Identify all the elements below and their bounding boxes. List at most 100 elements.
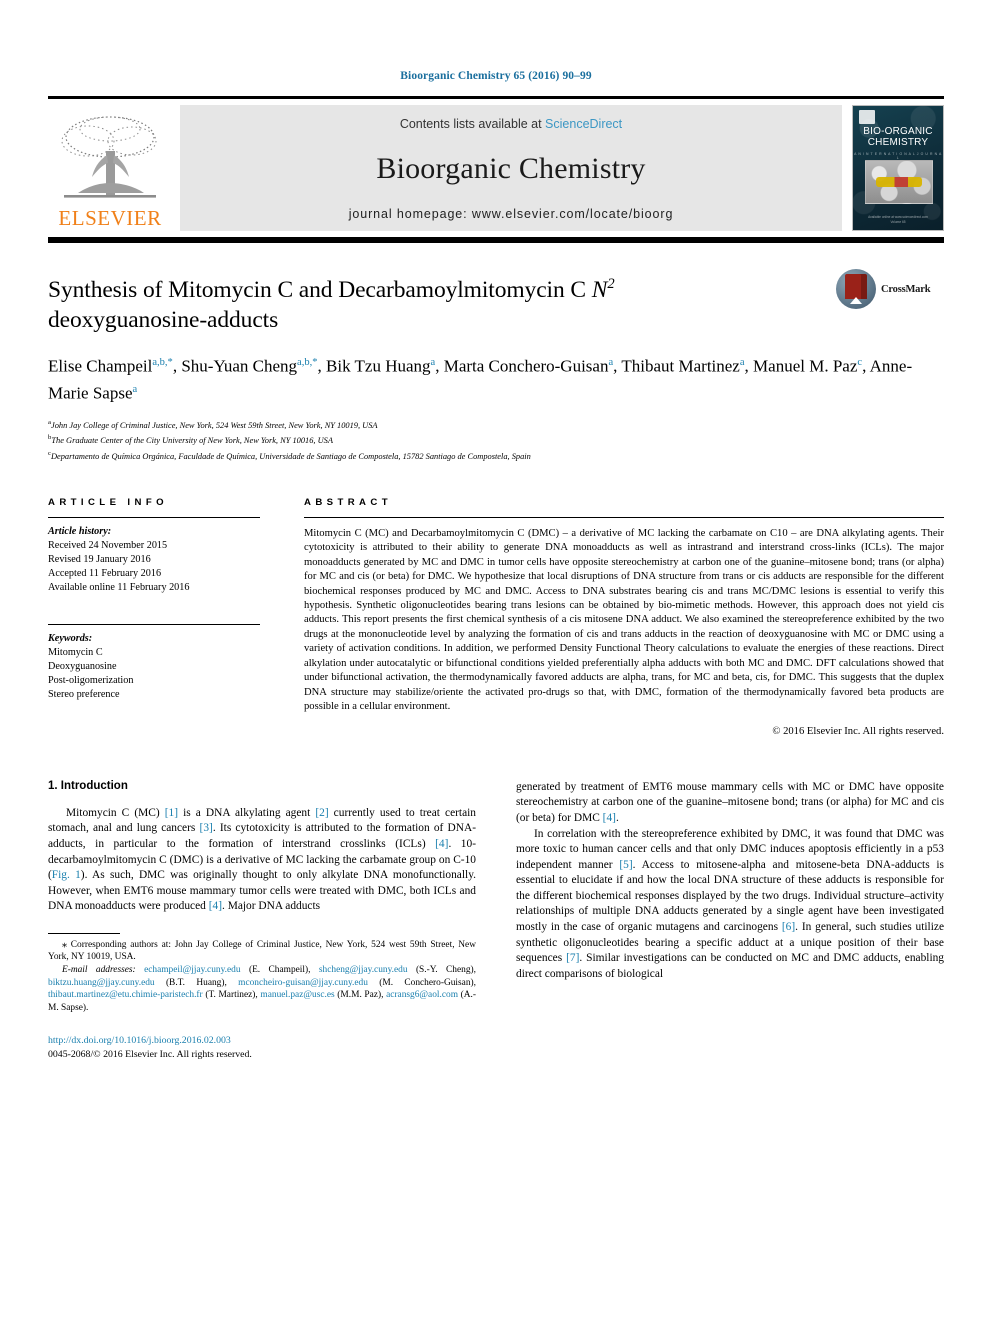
intro-text: Mitomycin C (MC) [66,806,165,819]
intro-text: is a DNA alkylating agent [178,806,316,819]
email-link[interactable]: mconcheiro-guisan@jjay.cuny.edu [238,978,368,988]
figure-link[interactable]: Fig. 1 [52,869,81,881]
affiliation-item: bThe Graduate Center of the City Univers… [48,432,944,447]
keywords-group: Keywords: Mitomycin C Deoxyguanosine Pos… [48,624,260,705]
elsevier-wordmark: ELSEVIER [58,206,162,230]
journal-masthead: ELSEVIER Contents lists available at Sci… [48,96,944,231]
citation-link[interactable]: [5] [619,859,632,871]
intro-paragraph-right-2: In correlation with the stereopreference… [516,827,944,983]
abstract-text: Mitomycin C (MC) and Decarbamoylmitomyci… [304,528,944,712]
email-person: (M.M. Paz), [334,990,387,1001]
email-link[interactable]: acransg6@aol.com [386,990,458,1000]
intro-paragraph-left: Mitomycin C (MC) [1] is a DNA alkylating… [48,806,476,915]
article-history-item: Available online 11 February 2016 [48,582,190,594]
cover-title-line2: CHEMISTRY [867,137,929,148]
citation-link[interactable]: [7] [566,952,579,964]
article-title-part1: Synthesis of Mitomycin C and Decarbamoyl… [48,276,592,303]
intro-paragraph-right-cont: generated by treatment of EMT6 mouse mam… [516,780,944,827]
email-person: (E. Champeil), [240,965,319,976]
section-title-introduction: 1. Introduction [48,779,128,792]
article-title-italic: N [591,276,608,303]
citation-link[interactable]: [4] [209,900,222,912]
citation-link[interactable]: [3] [200,822,213,834]
contents-prefix: Contents lists available at [399,117,546,131]
author-name: , Marta Conchero-Guisan [435,356,609,376]
sciencedirect-link[interactable]: ScienceDirect [545,117,622,131]
author-name: , Thibaut Martinez [613,356,740,376]
article-history-item: Accepted 11 February 2016 [48,568,162,580]
running-head-citation: Bioorganic Chemistry 65 (2016) 90–99 [400,70,592,82]
citation-link[interactable]: [6] [782,921,795,933]
author-name: Elise Champeil [48,356,153,376]
cover-title-line1: BIO-ORGANIC [863,126,933,137]
affiliation-list: aJohn Jay College of Criminal Justice, N… [48,417,944,463]
author-affil-marker[interactable]: a [133,384,138,395]
email-person: (T. Martinez), [202,990,261,1001]
keyword-item: Mitomycin C [48,647,103,659]
article-info-column: ARTICLE INFO Article history: Received 2… [48,497,260,740]
author-name: , Shu-Yuan Cheng [172,356,298,376]
article-history-label: Article history: [48,526,112,538]
doi-link[interactable]: http://dx.doi.org/10.1016/j.bioorg.2016.… [48,1034,476,1047]
author-name: , Bik Tzu Huang [317,356,431,376]
article-title-part2: deoxyguanosine-adducts [48,306,279,333]
body-columns: 1. Introduction Mitomycin C (MC) [1] is … [48,780,944,1062]
affiliation-text: Departamento de Química Orgánica, Faculd… [50,451,531,461]
citation-link[interactable]: [4] [435,838,448,850]
masthead-bottom-rule [48,237,944,243]
author-name: , Manuel M. Paz [744,356,858,376]
cover-title: BIO-ORGANIC CHEMISTRY [853,126,943,148]
citation-link[interactable]: [4] [603,812,616,824]
doi-block: http://dx.doi.org/10.1016/j.bioorg.2016.… [48,1034,476,1061]
citation-link[interactable]: [2] [315,807,328,819]
article-history-item: Revised 19 January 2016 [48,554,151,566]
affiliation-text: The Graduate Center of the City Universi… [51,436,333,446]
cover-subtitle: A N I N T E R N A T I O N A L J O U R N … [854,152,942,160]
intro-text: . [615,811,619,824]
email-person: (B.T. Huang), [154,977,239,988]
email-link[interactable]: thibaut.martinez@etu.chimie-paristech.fr [48,990,203,1000]
title-block: Synthesis of Mitomycin C and Decarbamoyl… [48,269,944,335]
author-affil-marker[interactable]: a,b,* [152,357,172,368]
body-column-right: generated by treatment of EMT6 mouse mam… [516,780,944,1062]
affiliation-text: John Jay College of Criminal Justice, Ne… [50,420,378,430]
affiliation-item: cDepartamento de Química Orgánica, Facul… [48,448,944,463]
keyword-item: Deoxyguanosine [48,661,117,673]
footnote-separator [48,932,120,934]
author-affil-marker[interactable]: a,b,* [297,357,317,368]
email-person: (M. Conchero-Guisan), [367,977,476,988]
email-link[interactable]: manuel.paz@usc.es [260,990,334,1000]
cover-footer: Available online at www.sciencedirect.co… [853,215,943,225]
abstract-column: ABSTRACT Mitomycin C (MC) and Decarbamoy… [304,497,944,740]
crossmark-icon [836,269,876,309]
journal-title: Bioorganic Chemistry [376,152,646,185]
abstract-copyright: © 2016 Elsevier Inc. All rights reserved… [772,726,944,738]
article-title-superscript: 2 [607,276,615,292]
elsevier-tree-icon [61,116,157,198]
corresponding-author-text: Corresponding authors at: John Jay Colle… [48,939,476,963]
email-link[interactable]: shcheng@jjay.cuny.edu [319,965,408,975]
keywords-label: Keywords: [48,633,93,645]
cover-elsevier-mark-icon [859,110,875,124]
email-link[interactable]: echampeil@jjay.cuny.edu [144,965,240,975]
journal-band: Contents lists available at ScienceDirec… [180,105,842,231]
crossmark-label: CrossMark [881,283,931,295]
article-page: Bioorganic Chemistry 65 (2016) 90–99 ELS… [0,0,992,1323]
abstract-heading: ABSTRACT [304,497,392,509]
email-link[interactable]: biktzu.huang@jjay.cuny.edu [48,978,155,988]
abstract-body: Mitomycin C (MC) and Decarbamoylmitomyci… [304,518,944,740]
info-abstract-region: ARTICLE INFO Article history: Received 2… [48,497,944,740]
cover-molecule-image [865,160,933,204]
intro-text: . Major DNA adducts [222,900,321,913]
crossmark-badge[interactable]: CrossMark [836,269,944,309]
article-history-group: Article history: Received 24 November 20… [48,518,260,598]
keyword-item: Post-oligomerization [48,675,134,687]
article-title: Synthesis of Mitomycin C and Decarbamoyl… [48,269,944,335]
cover-molecule-strand [876,177,922,187]
author-list: Elise Champeila,b,*, Shu-Yuan Chenga,b,*… [48,351,944,406]
citation-link[interactable]: [1] [165,807,178,819]
journal-homepage-link[interactable]: journal homepage: www.elsevier.com/locat… [349,207,674,221]
cover-footer-line2: Volume 65 [890,220,906,224]
email-footnote: E-mail addresses: echampeil@jjay.cuny.ed… [48,964,476,1014]
affiliation-item: aJohn Jay College of Criminal Justice, N… [48,417,944,432]
